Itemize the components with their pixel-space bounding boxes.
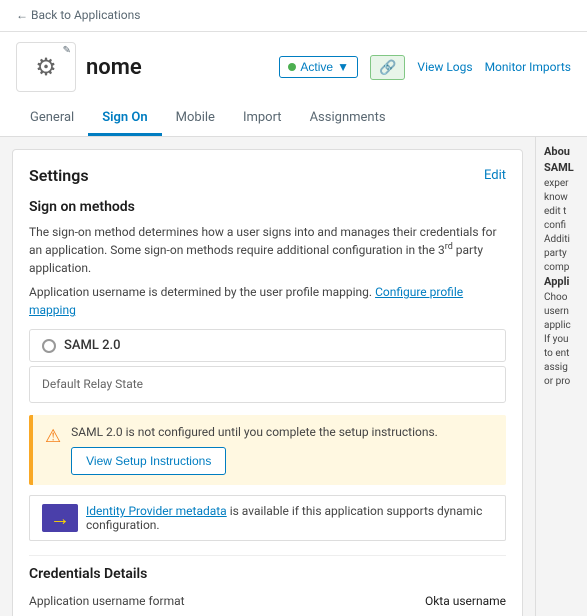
edit-link[interactable]: Edit	[484, 168, 506, 183]
arrow-section: → Identity Provider metadata is availabl…	[29, 495, 506, 541]
credentials-format-value: Okta username	[425, 594, 506, 608]
status-dot	[288, 63, 296, 71]
top-bar: ← Back to Applications	[0, 0, 587, 32]
identity-provider-metadata-link[interactable]: Identity Provider metadata	[86, 504, 227, 518]
description-text-1: The sign-on method determines how a user…	[29, 223, 506, 277]
description-text-2: Application username is determined by th…	[29, 283, 506, 319]
sign-on-section-title: Sign on methods	[29, 199, 506, 215]
view-logs-link[interactable]: View Logs	[417, 60, 472, 74]
card-title: Settings	[29, 166, 89, 185]
saml-radio[interactable]	[42, 339, 56, 353]
warning-icon: ⚠	[45, 426, 61, 447]
tab-sign-on[interactable]: Sign On	[88, 102, 161, 136]
status-dropdown-arrow: ▼	[337, 60, 349, 74]
credentials-section: Credentials Details Application username…	[29, 555, 506, 612]
tab-mobile[interactable]: Mobile	[162, 102, 229, 136]
arrow-box: →	[42, 504, 78, 532]
sidebar-saml-heading: SAML	[544, 161, 579, 174]
app-name: nome	[86, 55, 269, 80]
app-icon-box: ✎ ⚙	[16, 42, 76, 92]
main-content: Settings Edit Sign on methods The sign-o…	[0, 137, 535, 616]
sidebar-saml-text: exper know edit t confi Additi party com…	[544, 177, 579, 275]
monitor-imports-link[interactable]: Monitor Imports	[485, 60, 571, 74]
header-actions: Active ▼ 🔗 View Logs Monitor Imports	[279, 55, 571, 80]
tabs-row: General Sign On Mobile Import Assignment…	[16, 102, 571, 136]
tab-general[interactable]: General	[16, 102, 88, 136]
icon-button[interactable]: 🔗	[370, 55, 405, 80]
view-setup-instructions-button[interactable]: View Setup Instructions	[71, 447, 226, 475]
sidebar-panel: Abou SAML exper know edit t confi Additi…	[535, 137, 587, 616]
credentials-format-label: Application username format	[29, 594, 185, 608]
warning-bar: ⚠ SAML 2.0 is not configured until you c…	[29, 415, 506, 485]
credentials-title: Credentials Details	[29, 566, 506, 582]
gear-icon: ⚙	[35, 53, 57, 81]
metadata-text: Identity Provider metadata is available …	[86, 504, 493, 532]
sidebar-appli-heading: Appli	[544, 275, 579, 288]
status-badge-button[interactable]: Active ▼	[279, 56, 358, 78]
warning-content: SAML 2.0 is not configured until you com…	[71, 425, 438, 475]
tab-assignments[interactable]: Assignments	[296, 102, 400, 136]
app-header: ✎ ⚙ nome Active ▼ 🔗 View Logs Monitor Im…	[0, 32, 587, 137]
app-info-row: ✎ ⚙ nome Active ▼ 🔗 View Logs Monitor Im…	[16, 42, 571, 92]
status-label: Active	[300, 60, 333, 74]
relay-state-box: Default Relay State	[29, 366, 506, 403]
saml-label: SAML 2.0	[64, 338, 121, 353]
warning-text: SAML 2.0 is not configured until you com…	[71, 425, 438, 439]
back-to-applications-link[interactable]: ← Back to Applications	[16, 8, 140, 22]
saml-option-row: SAML 2.0	[29, 329, 506, 362]
edit-icon-overlay[interactable]: ✎	[63, 45, 71, 56]
tab-import[interactable]: Import	[229, 102, 296, 136]
card-header: Settings Edit	[29, 166, 506, 185]
main-layout: Settings Edit Sign on methods The sign-o…	[0, 137, 587, 616]
settings-card: Settings Edit Sign on methods The sign-o…	[12, 149, 523, 616]
sidebar-appli-text: Choo usern applic If you to ent assig or…	[544, 291, 579, 389]
relay-state-label: Default Relay State	[42, 377, 143, 391]
sidebar-about-heading: Abou	[544, 145, 579, 158]
arrow-icon: →	[50, 506, 70, 531]
